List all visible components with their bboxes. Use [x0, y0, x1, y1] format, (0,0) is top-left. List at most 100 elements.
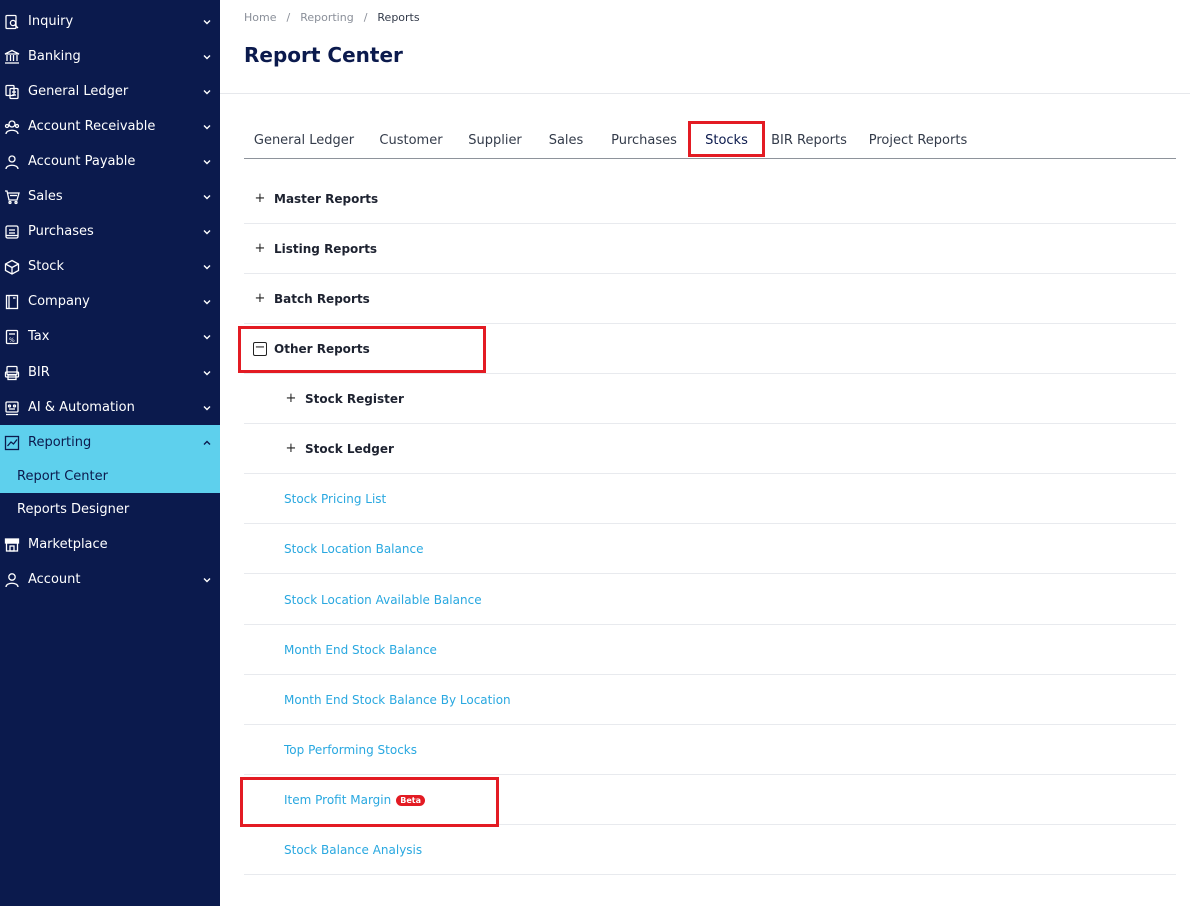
expand-icon[interactable]: +: [254, 192, 266, 205]
report-row: Stock Location Balance: [244, 524, 1176, 574]
sidebar-subitem-label: Reports Designer: [17, 502, 130, 517]
purchases-icon: [4, 224, 20, 240]
chevron-down-icon[interactable]: [202, 192, 212, 202]
expand-icon[interactable]: +: [254, 242, 266, 255]
section-title[interactable]: Batch Reports: [274, 292, 370, 306]
report-link-label[interactable]: Item Profit Margin: [284, 793, 391, 807]
sidebar-item-account[interactable]: Account: [0, 562, 220, 597]
header-divider: [220, 93, 1190, 94]
sidebar-item-reporting[interactable]: Reporting: [0, 425, 220, 460]
report-link-month-end-stock-balance-by-location[interactable]: Month End Stock Balance By Location: [284, 693, 511, 707]
sidebar-item-bir[interactable]: BIR: [0, 355, 220, 390]
breadcrumb: Home / Reporting / Reports: [244, 11, 420, 24]
expand-icon[interactable]: +: [285, 442, 297, 455]
sidebar-item-ai-automation[interactable]: AI & Automation: [0, 390, 220, 425]
sidebar-item-label: Account: [28, 572, 81, 587]
chevron-down-icon[interactable]: [202, 403, 212, 413]
chevron-up-icon[interactable]: [202, 438, 212, 448]
section-batch-reports[interactable]: + Batch Reports: [244, 274, 1176, 324]
report-link-month-end-stock-balance[interactable]: Month End Stock Balance: [284, 643, 437, 657]
section-title[interactable]: Other Reports: [274, 342, 370, 356]
collapse-icon[interactable]: −: [253, 341, 267, 356]
section-title[interactable]: Master Reports: [274, 192, 378, 206]
sidebar-item-tax[interactable]: % Tax: [0, 319, 220, 354]
report-link-stock-balance-analysis[interactable]: Stock Balance Analysis: [284, 843, 422, 857]
breadcrumb-separator: /: [363, 11, 368, 24]
store-icon: [4, 537, 20, 553]
expand-icon[interactable]: +: [254, 292, 266, 305]
chevron-down-icon[interactable]: [202, 157, 212, 167]
report-row: Month End Stock Balance By Location: [244, 675, 1176, 725]
user-icon: [4, 572, 20, 588]
breadcrumb-separator: /: [286, 11, 291, 24]
section-other-reports[interactable]: − Other Reports: [244, 324, 1176, 374]
tab-project-reports[interactable]: Project Reports: [862, 122, 974, 158]
svg-text:%: %: [9, 337, 15, 344]
report-link-stock-location-balance[interactable]: Stock Location Balance: [284, 542, 423, 556]
group-title[interactable]: Stock Ledger: [305, 442, 394, 456]
chevron-down-icon[interactable]: [202, 368, 212, 378]
report-row: Stock Pricing List: [244, 474, 1176, 524]
report-link-top-performing-stocks[interactable]: Top Performing Stocks: [284, 743, 417, 757]
tab-supplier[interactable]: Supplier: [456, 122, 534, 158]
active-tab-highlight: [688, 121, 765, 157]
sidebar-item-purchases[interactable]: Purchases: [0, 214, 220, 249]
report-row: Top Performing Stocks: [244, 725, 1176, 775]
sidebar-item-marketplace[interactable]: Marketplace: [0, 527, 220, 562]
sidebar-item-account-payable[interactable]: Account Payable: [0, 144, 220, 179]
beta-badge: Beta: [396, 794, 425, 806]
breadcrumb-home[interactable]: Home: [244, 11, 276, 24]
chevron-down-icon[interactable]: [202, 297, 212, 307]
sidebar-item-banking[interactable]: Banking: [0, 39, 220, 74]
chevron-down-icon[interactable]: [202, 52, 212, 62]
cart-icon: [4, 189, 20, 205]
sidebar-subitem-reports-designer[interactable]: Reports Designer: [0, 493, 220, 526]
tab-customer[interactable]: Customer: [366, 122, 456, 158]
chevron-down-icon[interactable]: [202, 262, 212, 272]
report-link-stock-pricing-list[interactable]: Stock Pricing List: [284, 492, 386, 506]
breadcrumb-reports: Reports: [377, 11, 420, 24]
sidebar-item-account-receivable[interactable]: Account Receivable: [0, 109, 220, 144]
receivable-icon: [4, 119, 20, 135]
tab-purchases[interactable]: Purchases: [600, 122, 688, 158]
sidebar-subitem-label: Report Center: [17, 469, 108, 484]
sidebar-item-label: Account Payable: [28, 154, 136, 169]
report-row: Item Profit Margin Beta: [244, 775, 1176, 825]
sidebar-item-label: Sales: [28, 189, 63, 204]
group-title[interactable]: Stock Register: [305, 392, 404, 406]
report-link-item-profit-margin[interactable]: Item Profit Margin Beta: [284, 793, 425, 807]
chevron-down-icon[interactable]: [202, 122, 212, 132]
report-link-stock-location-available-balance[interactable]: Stock Location Available Balance: [284, 593, 482, 607]
sidebar-item-company[interactable]: Company: [0, 284, 220, 319]
section-listing-reports[interactable]: + Listing Reports: [244, 224, 1176, 274]
sidebar-item-stock[interactable]: Stock: [0, 249, 220, 284]
section-title[interactable]: Listing Reports: [274, 242, 377, 256]
group-stock-ledger[interactable]: + Stock Ledger: [244, 424, 1176, 474]
chevron-down-icon[interactable]: [202, 332, 212, 342]
sidebar-subitem-report-center[interactable]: Report Center: [0, 460, 220, 493]
sidebar-item-sales[interactable]: Sales: [0, 179, 220, 214]
sidebar-item-label: Company: [28, 294, 90, 309]
sidebar-item-general-ledger[interactable]: General Ledger: [0, 74, 220, 109]
section-master-reports[interactable]: + Master Reports: [244, 174, 1176, 224]
ledger-icon: [4, 84, 20, 100]
bir-icon: [4, 365, 20, 381]
sidebar-item-inquiry[interactable]: Inquiry: [0, 4, 220, 39]
sidebar-item-label: Purchases: [28, 224, 94, 239]
sidebar-item-label: Tax: [28, 329, 50, 344]
tax-icon: %: [4, 329, 20, 345]
chevron-down-icon[interactable]: [202, 575, 212, 585]
breadcrumb-reporting[interactable]: Reporting: [300, 11, 353, 24]
chevron-down-icon[interactable]: [202, 87, 212, 97]
tab-bir-reports[interactable]: BIR Reports: [768, 122, 850, 158]
expand-icon[interactable]: +: [285, 392, 297, 405]
sidebar-item-label: Reporting: [28, 435, 92, 450]
tab-general-ledger[interactable]: General Ledger: [244, 122, 364, 158]
report-row: Stock Balance Analysis: [244, 825, 1176, 875]
tab-sales[interactable]: Sales: [536, 122, 596, 158]
chevron-down-icon[interactable]: [202, 17, 212, 27]
group-stock-register[interactable]: + Stock Register: [244, 374, 1176, 424]
sidebar-item-label: Marketplace: [28, 537, 108, 552]
chevron-down-icon[interactable]: [202, 227, 212, 237]
payable-icon: [4, 154, 20, 170]
